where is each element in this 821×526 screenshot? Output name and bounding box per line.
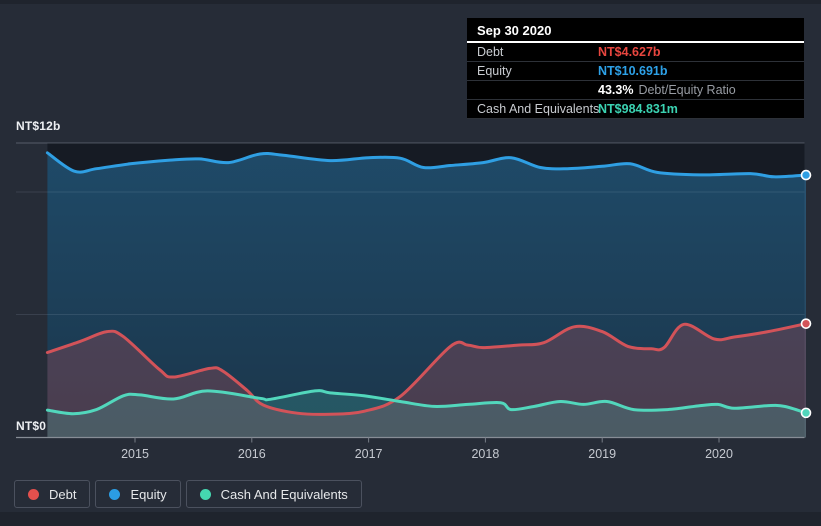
tooltip-ratio-value: 43.3% (598, 83, 634, 97)
x-axis-year-label: 2015 (121, 447, 149, 461)
legend-cash-label: Cash And Equivalents (220, 486, 348, 502)
y-axis-max-label: NT$12b (16, 119, 61, 133)
legend-item-cash[interactable]: Cash And Equivalents (185, 480, 362, 508)
x-axis-year-label: 2020 (705, 447, 733, 461)
tooltip-equity-value: NT$10.691b (598, 64, 668, 78)
x-axis-year-label: 2018 (471, 447, 499, 461)
tooltip-cash-label: Cash And Equivalents (477, 102, 600, 116)
y-axis-zero-label: NT$0 (16, 419, 47, 433)
tooltip-row-debt: Debt NT$4.627b (467, 43, 804, 62)
legend-debt-label: Debt (49, 486, 77, 502)
legend-equity-label: Equity (130, 486, 167, 502)
cash-series-dot-icon (199, 488, 211, 500)
legend-item-equity[interactable]: Equity (95, 480, 181, 508)
tooltip-row-equity: Equity NT$10.691b (467, 62, 804, 81)
debt-series-dot-icon (28, 488, 39, 500)
equity-line-end-marker (800, 169, 812, 181)
tooltip-ratio-label: Debt/Equity Ratio (638, 83, 736, 97)
legend-item-debt[interactable]: Debt (14, 480, 91, 508)
equity-series-dot-icon (109, 488, 121, 500)
x-axis-year-label: 2019 (588, 447, 616, 461)
debt-line-end-marker (800, 318, 812, 329)
cash-line-end-marker (800, 407, 812, 419)
tooltip-row-ratio: 43.3% Debt/Equity Ratio (467, 81, 804, 100)
x-axis-year-label: 2017 (355, 447, 383, 461)
chart-legend: Debt Equity Cash And Equivalents (14, 480, 362, 508)
tooltip-date: Sep 30 2020 (467, 18, 804, 43)
x-axis-year-label: 2016 (238, 447, 266, 461)
tooltip-cash-value: NT$984.831m (598, 102, 678, 116)
hover-tooltip: Sep 30 2020 Debt NT$4.627b Equity NT$10.… (467, 18, 804, 119)
tooltip-row-cash: Cash And Equivalents NT$984.831m (467, 100, 804, 119)
tooltip-debt-label: Debt (477, 45, 504, 59)
debt-equity-history-chart: 2015 2016 2017 2018 2019 2020 NT$12b NT$0 Sep… (0, 0, 821, 526)
tooltip-equity-label: Equity (477, 64, 512, 78)
tooltip-debt-value: NT$4.627b (598, 45, 661, 59)
